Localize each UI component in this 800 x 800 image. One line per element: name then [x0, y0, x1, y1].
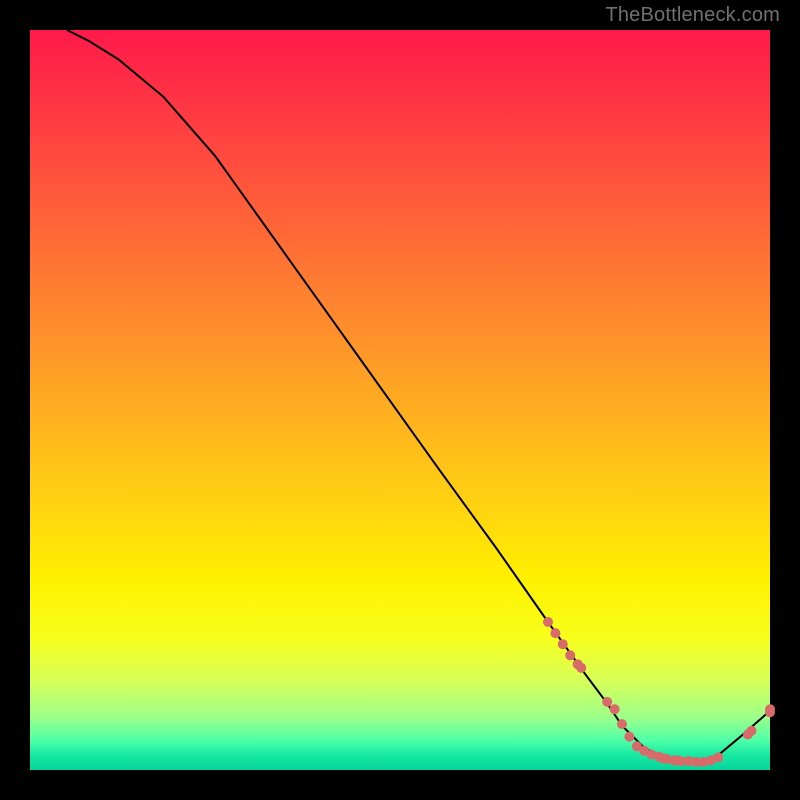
cluster-dots [543, 617, 775, 767]
data-point [550, 628, 560, 638]
chart-svg [30, 30, 770, 770]
data-point [610, 704, 620, 714]
data-point [747, 726, 757, 736]
data-point [624, 732, 634, 742]
data-point [713, 752, 723, 762]
bottleneck-curve [67, 30, 770, 763]
data-point [543, 617, 553, 627]
data-point [602, 697, 612, 707]
watermark-text: TheBottleneck.com [605, 4, 780, 27]
data-point [765, 704, 775, 714]
chart-frame: TheBottleneck.com [0, 0, 800, 800]
data-point [558, 639, 568, 649]
data-point [617, 719, 627, 729]
data-point [576, 663, 586, 673]
data-point [565, 650, 575, 660]
